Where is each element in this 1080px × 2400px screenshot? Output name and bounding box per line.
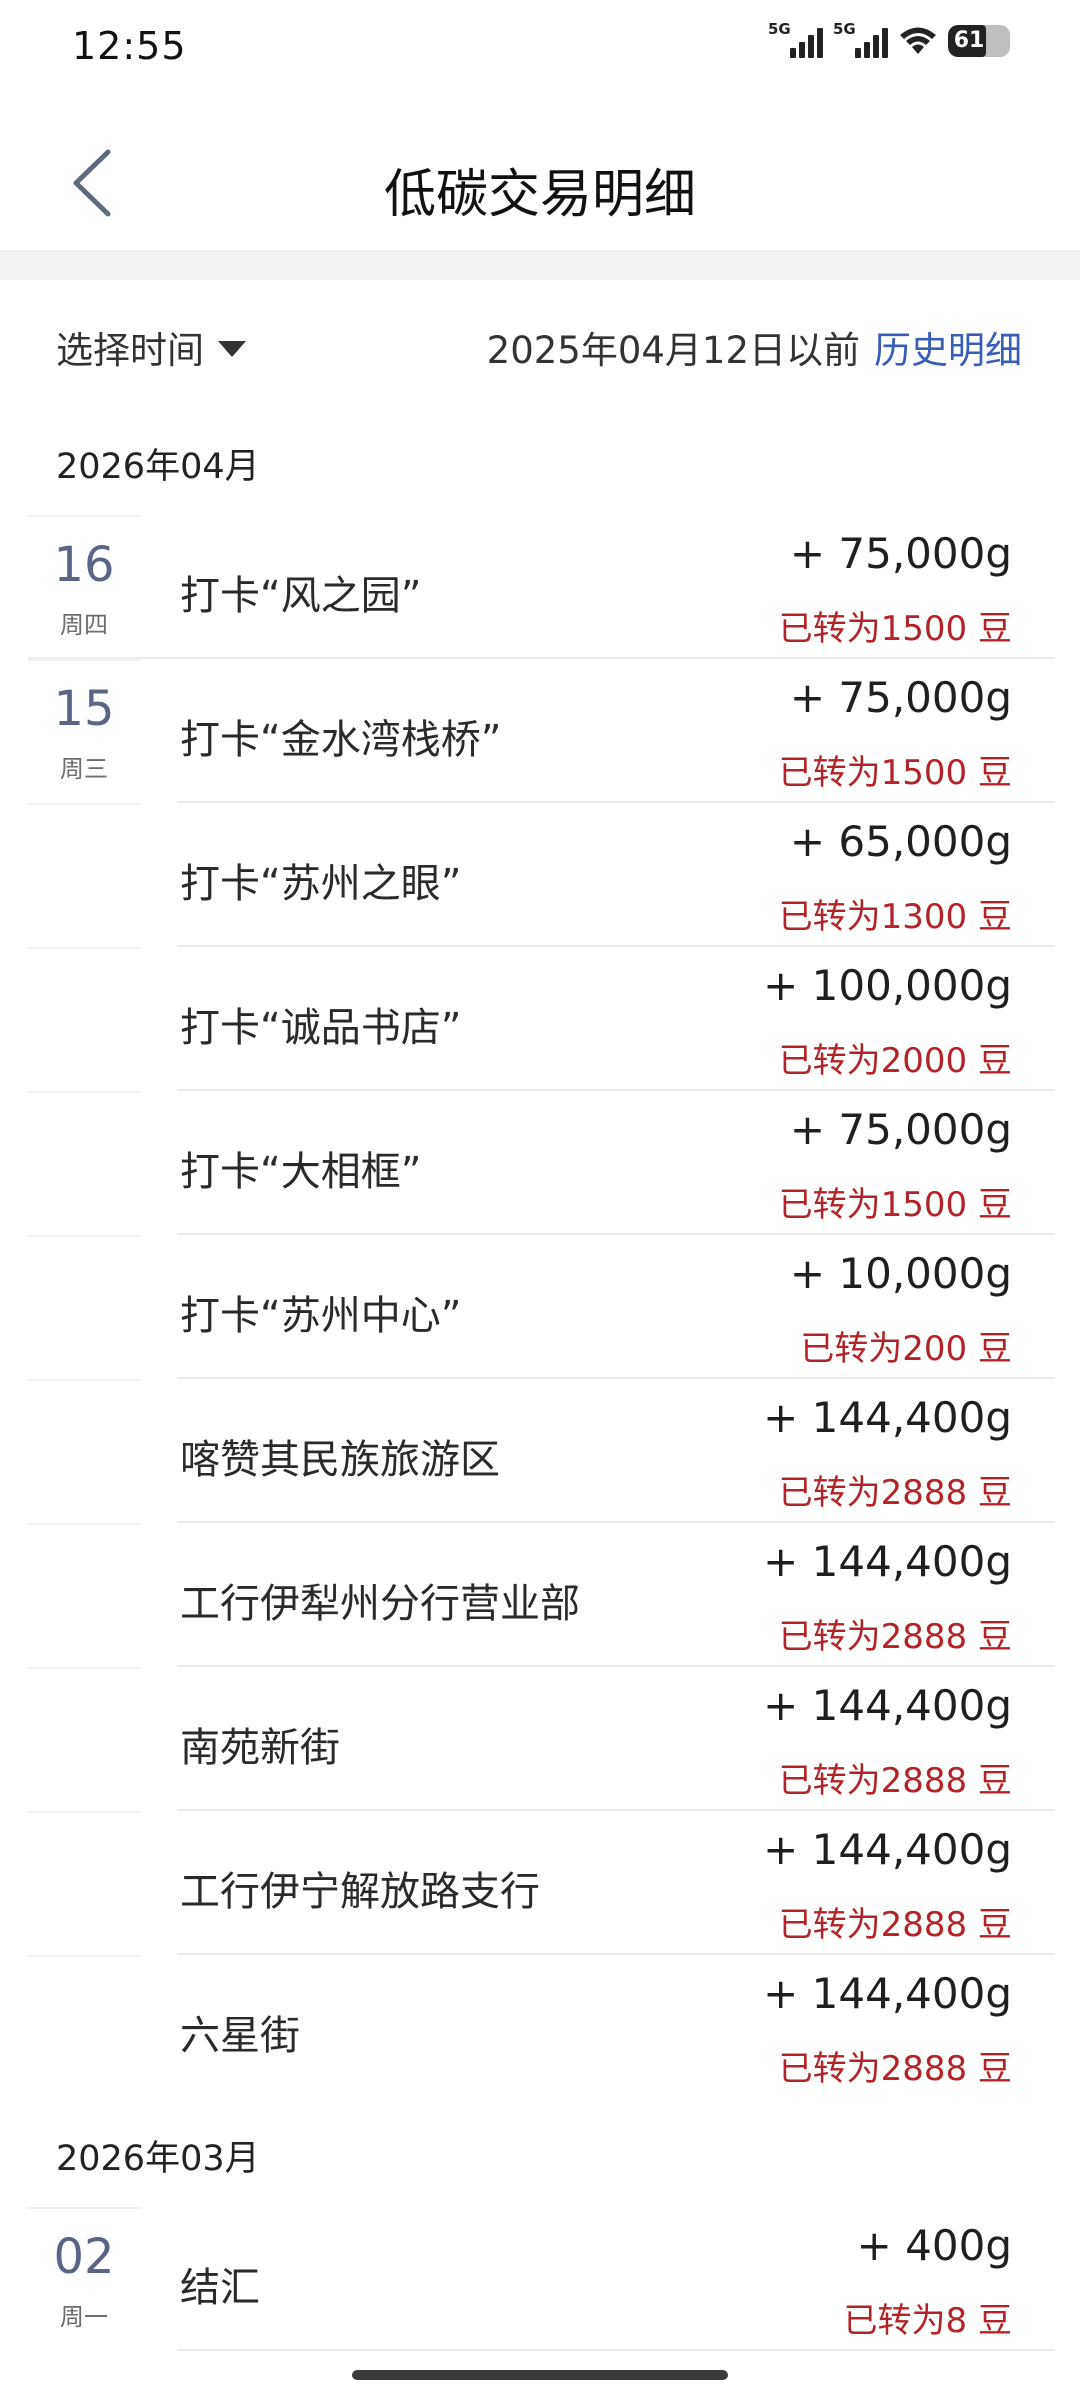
transaction-description: 喀赞其民族旅游区 [180,1437,500,1483]
converted-beans: 已转为2888 豆 [778,1905,1012,1945]
transaction-row[interactable]: 打卡“苏州之眼” + 65,000g 已转为1300 豆 [0,803,1080,947]
transaction-description: 打卡“大相框” [180,1149,422,1195]
transaction-row[interactable]: 工行伊宁解放路支行 + 144,400g 已转为2888 豆 [0,1811,1080,1955]
nav-header: 低碳交易明细 [0,110,1080,250]
date-column [28,1811,140,1955]
network-type-label: 5G [833,20,856,38]
transaction-amount: + 144,400g [763,1969,1012,2018]
converted-beans: 已转为200 豆 [800,1329,1012,1369]
transaction-amount: + 75,000g [789,673,1012,722]
weekday: 周一 [60,2303,108,2331]
transaction-amount: + 75,000g [789,529,1012,578]
signal-icon: 5G [833,20,888,58]
transaction-description: 六星街 [180,2013,300,2059]
day-number: 02 [53,2229,115,2285]
day-number: 16 [53,537,115,593]
filter-right: 2025年04月12日以前 历史明细 [487,320,1022,374]
transaction-row[interactable]: 02 周一 结汇 + 400g 已转为8 豆 [0,2207,1080,2351]
transaction-row[interactable]: 15 周三 打卡“金水湾栈桥” + 75,000g 已转为1500 豆 [0,659,1080,803]
date-column [28,803,140,947]
transaction-amount: + 75,000g [789,1105,1012,1154]
transaction-amount: + 144,400g [763,1537,1012,1586]
history-link[interactable]: 历史明细 [874,329,1022,372]
section-divider [0,250,1080,280]
weekday: 周三 [60,755,108,783]
date-column [28,1379,140,1523]
row-divider [178,2349,1054,2351]
signal-icon: 5G [768,20,823,58]
network-type-label: 5G [768,20,791,38]
status-bar: 12:55 5G 5G 61 [0,0,1080,90]
transaction-row[interactable]: 打卡“大相框” + 75,000g 已转为1500 豆 [0,1091,1080,1235]
converted-beans: 已转为2000 豆 [778,1041,1012,1081]
transaction-description: 南苑新街 [180,1725,340,1771]
converted-beans: 已转为1300 豆 [778,897,1012,937]
status-icons: 5G 5G 61 [768,20,1010,58]
converted-beans: 已转为1500 豆 [778,1185,1012,1225]
transaction-description: 工行伊犁州分行营业部 [180,1581,580,1627]
converted-beans: 已转为8 豆 [843,2301,1012,2341]
transaction-description: 打卡“风之园” [180,573,422,619]
date-column: 15 周三 [28,659,140,803]
transaction-amount: + 10,000g [789,1249,1012,1298]
date-note: 2025年04月12日以前 [486,329,860,372]
page-title: 低碳交易明细 [383,165,696,225]
date-column [28,1523,140,1667]
transaction-description: 打卡“苏州中心” [180,1293,462,1339]
date-column: 16 周四 [28,515,140,659]
date-column: 02 周一 [28,2207,140,2351]
weekday: 周四 [60,611,108,639]
filter-bar: 选择时间 2025年04月12日以前 历史明细 [0,280,1080,400]
wifi-icon [900,27,936,54]
date-column [28,1091,140,1235]
converted-beans: 已转为2888 豆 [778,1473,1012,1513]
transaction-row[interactable]: 16 周四 打卡“风之园” + 75,000g 已转为1500 豆 [0,515,1080,659]
transaction-row[interactable]: 打卡“苏州中心” + 10,000g 已转为200 豆 [0,1235,1080,1379]
transaction-amount: + 65,000g [789,817,1012,866]
caret-down-icon [218,341,246,357]
transaction-amount: + 144,400g [763,1681,1012,1730]
transaction-amount: + 100,000g [763,961,1012,1010]
converted-beans: 已转为2888 豆 [778,2049,1012,2089]
date-column [28,1955,140,2099]
transaction-description: 打卡“诚品书店” [180,1005,462,1051]
transaction-row[interactable]: 工行伊犁州分行营业部 + 144,400g 已转为2888 豆 [0,1523,1080,1667]
converted-beans: 已转为2888 豆 [778,1761,1012,1801]
transaction-row[interactable]: 喀赞其民族旅游区 + 144,400g 已转为2888 豆 [0,1379,1080,1523]
time-select-button[interactable]: 选择时间 [56,320,246,374]
transaction-description: 打卡“苏州之眼” [180,861,462,907]
battery-icon: 61 [948,25,1010,57]
day-number: 15 [53,681,115,737]
home-indicator[interactable] [352,2370,728,2380]
month-header: 2026年04月 [56,447,260,487]
converted-beans: 已转为1500 豆 [778,753,1012,793]
converted-beans: 已转为2888 豆 [778,1617,1012,1657]
date-column [28,1667,140,1811]
transaction-description: 打卡“金水湾栈桥” [180,717,502,763]
transaction-row[interactable]: 打卡“诚品书店” + 100,000g 已转为2000 豆 [0,947,1080,1091]
status-time: 12:55 [72,24,187,68]
transaction-description: 结汇 [180,2265,260,2311]
date-column [28,947,140,1091]
converted-beans: 已转为1500 豆 [778,609,1012,649]
transaction-description: 工行伊宁解放路支行 [180,1869,540,1915]
month-header: 2026年03月 [56,2139,260,2179]
battery-level: 61 [953,28,985,53]
time-select-label: 选择时间 [56,329,204,372]
transaction-amount: + 144,400g [763,1393,1012,1442]
transaction-row[interactable]: 六星街 + 144,400g 已转为2888 豆 [0,1955,1080,2099]
date-column [28,1235,140,1379]
transaction-row[interactable]: 南苑新街 + 144,400g 已转为2888 豆 [0,1667,1080,1811]
transaction-amount: + 400g [856,2221,1012,2270]
transaction-amount: + 144,400g [763,1825,1012,1874]
